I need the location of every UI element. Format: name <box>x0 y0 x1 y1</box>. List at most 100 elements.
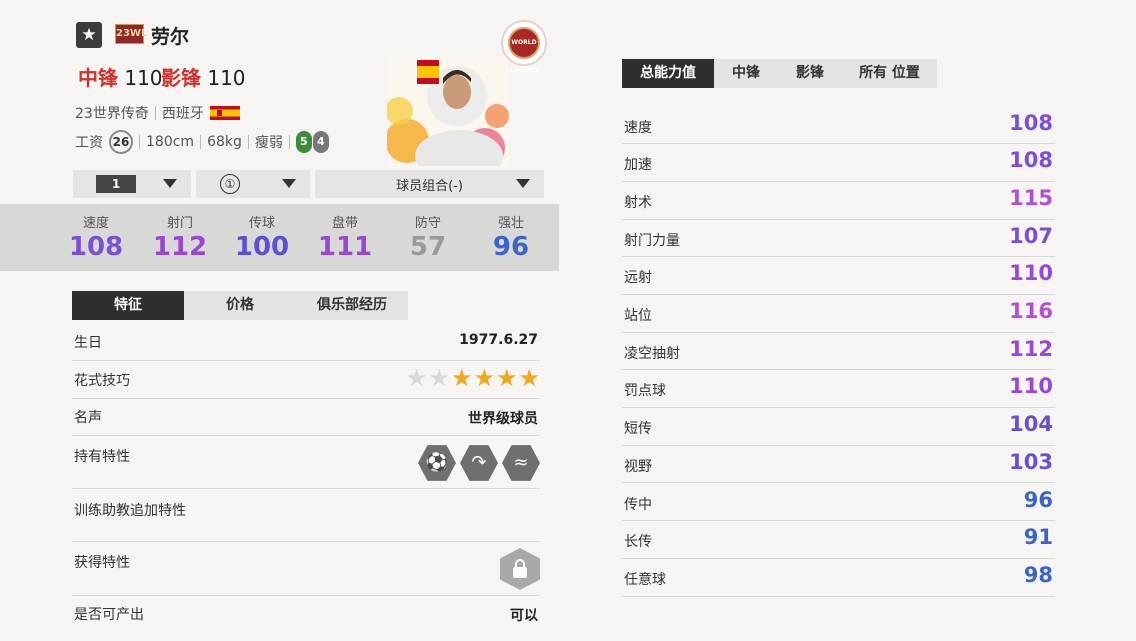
wage-badge: 26 <box>109 130 133 154</box>
ability-label: 远射 <box>624 270 652 287</box>
nationality: 西班牙 <box>161 106 204 122</box>
position-value: 110 <box>124 66 163 90</box>
detail-label: 训练助教追加特性 <box>74 503 186 519</box>
ability-label: 罚点球 <box>624 383 666 400</box>
stat-pace: 速度 108 <box>56 212 136 262</box>
ability-value: 98 <box>1023 562 1053 587</box>
stat-label: 速度 <box>82 216 109 231</box>
grade-value: ① <box>220 174 240 194</box>
star-filled-icon: ★ <box>495 364 518 392</box>
tab-all-positions[interactable]: 所有 位置 <box>842 59 937 88</box>
badge-text: WORLD LEGEND <box>508 27 540 74</box>
tab-club-history[interactable]: 俱乐部经历 <box>296 291 408 320</box>
detail-value: 1977.6.27 <box>459 332 538 348</box>
position-value: 110 <box>207 66 246 90</box>
stat-label: 射门 <box>166 216 193 231</box>
divider <box>288 135 290 149</box>
player-name: 劳尔 <box>151 26 190 48</box>
ability-value: 103 <box>1009 449 1053 474</box>
tab-cf[interactable]: 影锋 <box>778 59 842 88</box>
ability-row: 长传 91 <box>622 521 1055 559</box>
divider <box>247 135 249 149</box>
season-tag: 23WL <box>115 24 147 44</box>
season-name: 23世界传奇 <box>75 106 149 122</box>
stat-value: 100 <box>234 232 290 262</box>
team-combo-value: 球员组合(-) <box>396 178 463 194</box>
detail-label: 名声 <box>74 410 102 426</box>
ability-row: 凌空抽射 112 <box>622 333 1055 371</box>
ability-value: 108 <box>1009 148 1053 173</box>
strong-foot-badge: 4 <box>312 131 329 153</box>
ability-label: 凌空抽射 <box>624 345 680 362</box>
detail-tabs: 特征 价格 俱乐部经历 <box>72 291 408 320</box>
long-shot-trait-icon[interactable]: ⚽ <box>418 445 456 481</box>
stat-label: 防守 <box>414 216 441 231</box>
ability-label: 站位 <box>624 308 652 324</box>
trait-icons: ⚽ ↷ ≈ <box>418 444 540 482</box>
ability-row: 罚点球 110 <box>622 370 1055 409</box>
divider <box>154 106 156 120</box>
detail-row-acquired-traits: 获得特性 <box>72 542 540 596</box>
detail-label: 生日 <box>74 335 102 351</box>
tab-price[interactable]: 价格 <box>184 291 296 320</box>
lock-icon <box>500 548 540 590</box>
finesse-trait-icon[interactable]: ↷ <box>460 445 498 481</box>
position-name: 中锋 <box>78 66 118 90</box>
level-selector[interactable]: 1 <box>73 170 191 198</box>
ability-row: 射门力量 107 <box>622 220 1055 258</box>
position-rating-2: 影锋 110 <box>161 62 246 91</box>
ability-label: 任意球 <box>624 571 666 588</box>
ability-value: 116 <box>1009 299 1053 323</box>
star-filled-icon: ★ <box>450 364 473 392</box>
ability-row: 站位 116 <box>622 295 1055 333</box>
world-legend-badge-icon: WORLD LEGEND <box>501 20 547 74</box>
weak-foot-badge: 5 <box>295 131 312 153</box>
stat-value: 57 <box>409 232 447 262</box>
level-value: 1 <box>96 175 136 193</box>
chevron-down-icon <box>282 179 296 188</box>
ability-value: 96 <box>1023 487 1053 512</box>
detail-row-traits: 持有特性 ⚽ ↷ ≈ <box>72 436 540 489</box>
ability-value: 112 <box>1009 336 1053 361</box>
divider <box>200 135 202 149</box>
ability-row: 传中 96 <box>622 484 1055 522</box>
team-combo-selector[interactable]: 球员组合(-) <box>315 170 544 198</box>
stat-label: 传球 <box>248 216 275 231</box>
star-empty-icon: ★ <box>428 364 450 392</box>
ability-row: 速度 108 <box>622 107 1055 145</box>
ability-label: 传中 <box>624 496 652 513</box>
detail-value: 可以 <box>510 608 538 624</box>
tab-traits[interactable]: 特征 <box>72 291 184 320</box>
ability-row: 任意球 98 <box>622 559 1055 597</box>
ability-label: 长传 <box>624 534 652 551</box>
position-rating-1: 中锋 110 <box>78 62 163 91</box>
detail-label: 持有特性 <box>74 449 130 465</box>
ability-row: 远射 110 <box>622 257 1055 295</box>
physical-info-line: 工资 26 180cm 68kg 瘦弱 5 4 <box>75 130 329 154</box>
ability-value: 91 <box>1023 525 1053 550</box>
detail-label: 花式技巧 <box>74 373 130 389</box>
tab-overall[interactable]: 总能力值 <box>622 59 714 88</box>
spain-flag-icon <box>209 106 240 120</box>
detail-row-skill-moves: 花式技巧 ★ ★ ★ ★ ★ ★ <box>72 361 540 399</box>
weight: 68kg <box>207 134 242 150</box>
ability-label: 加速 <box>624 157 652 174</box>
ability-value: 104 <box>1009 412 1053 437</box>
divider <box>139 135 140 149</box>
stat-value: 112 <box>152 232 208 262</box>
star-icon: ★ <box>76 22 102 48</box>
dribble-trait-icon[interactable]: ≈ <box>502 445 540 481</box>
height: 180cm <box>146 134 195 150</box>
ability-label: 射门力量 <box>624 232 680 249</box>
detail-value: 世界级球员 <box>468 411 538 427</box>
stat-value: 108 <box>68 232 124 262</box>
tab-st[interactable]: 中锋 <box>714 59 778 88</box>
ability-label: 视野 <box>624 458 652 475</box>
ability-tabs: 总能力值 中锋 影锋 所有 位置 <box>622 59 937 88</box>
season-nation-line: 23世界传奇 西班牙 <box>75 103 240 123</box>
ability-value: 107 <box>1009 223 1053 248</box>
lock-body <box>513 567 527 578</box>
grade-selector[interactable]: ① <box>196 170 310 198</box>
stat-passing: 传球 100 <box>222 212 302 262</box>
stat-label: 强壮 <box>497 216 524 231</box>
